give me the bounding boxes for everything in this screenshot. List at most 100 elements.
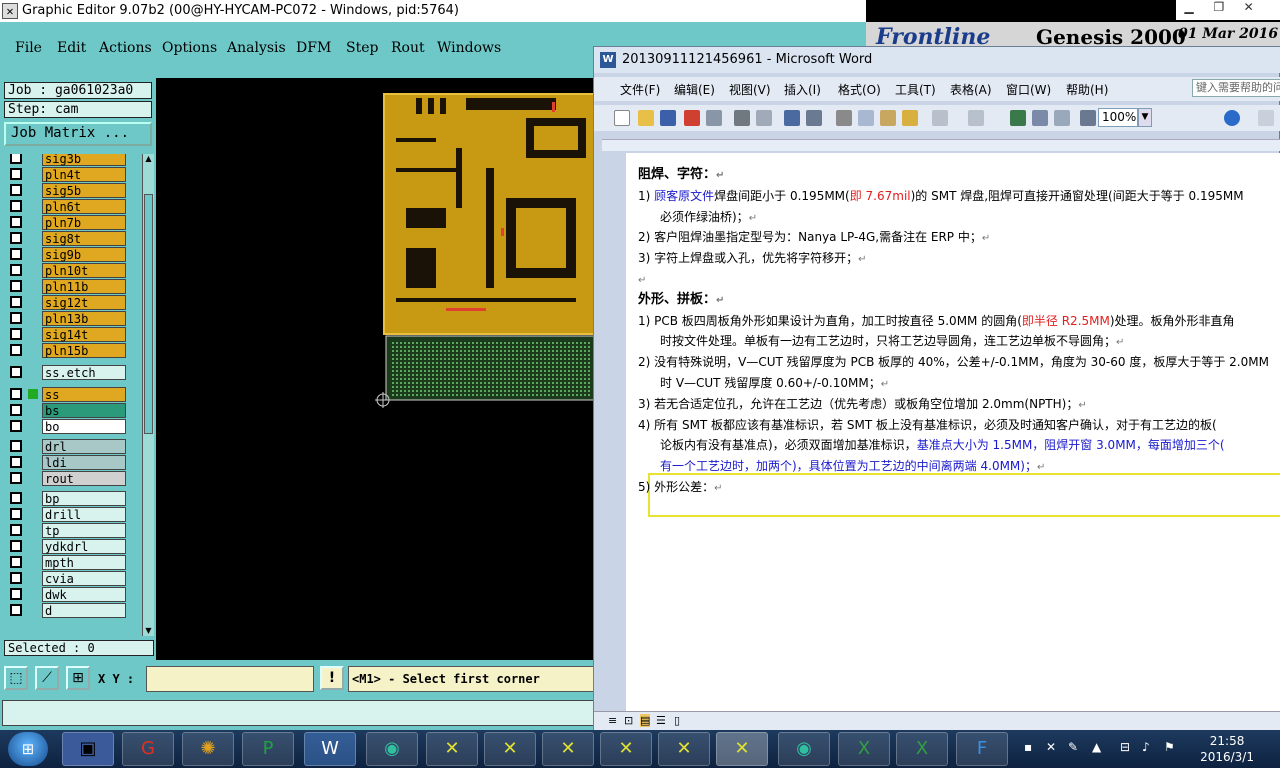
layer-affect-indicator[interactable] [28, 281, 38, 291]
outline-view-icon[interactable]: ☰ [656, 714, 666, 727]
job-matrix-button[interactable]: Job Matrix ... [4, 122, 152, 146]
tables-borders-icon[interactable] [1032, 110, 1048, 126]
scroll-up-icon[interactable]: ▲ [144, 154, 153, 164]
minimize-icon[interactable]: ▁ [1176, 0, 1202, 18]
menu-edit[interactable]: Edit [57, 40, 86, 56]
layer-name[interactable]: pln11b [42, 279, 126, 294]
layer-list[interactable]: sig3b pln4t sig5b pln6t pln7b sig8t sig9b pln10… [4, 154, 140, 636]
word-menu-table[interactable]: 表格(A) [950, 81, 992, 98]
layer-checkbox[interactable] [10, 440, 22, 452]
document-body[interactable]: 阻焊、字符：↵ 1) 顾客原文件焊盘间距小于 0.195MM(即 7.67mil… [638, 165, 1280, 498]
layer-row[interactable]: pln4t [4, 166, 140, 182]
restore-icon[interactable]: ❐ [1206, 0, 1232, 18]
layer-row[interactable]: drl [4, 438, 140, 454]
layer-name[interactable]: ss.etch [42, 365, 126, 380]
layer-row[interactable]: pln10t [4, 262, 140, 278]
layer-name[interactable]: ldi [42, 455, 126, 470]
taskbar-genesis-icon[interactable]: ✕ [426, 732, 478, 766]
graphic-canvas[interactable] [156, 78, 596, 660]
menu-dfm[interactable]: DFM [296, 40, 331, 56]
normal-view-icon[interactable]: ≡ [608, 714, 617, 727]
layer-row[interactable]: pln6t [4, 198, 140, 214]
layer-checkbox[interactable] [10, 540, 22, 552]
layer-name[interactable]: bs [42, 403, 126, 418]
word-menu-format[interactable]: 格式(O) [838, 81, 881, 98]
layer-checkbox[interactable] [10, 232, 22, 244]
copy-icon[interactable] [858, 110, 874, 126]
word-menu-tools[interactable]: 工具(T) [895, 81, 936, 98]
word-menu-edit[interactable]: 编辑(E) [674, 81, 715, 98]
taskbar-app-icon[interactable]: G [122, 732, 174, 766]
snap-grid-button[interactable]: ⊞ [66, 666, 90, 690]
layer-row[interactable]: d [4, 602, 140, 618]
start-button[interactable]: ⊞ [8, 732, 48, 766]
layer-affect-indicator[interactable] [28, 367, 38, 377]
layer-name[interactable]: pln7b [42, 215, 126, 230]
layer-checkbox[interactable] [10, 312, 22, 324]
tray-icon[interactable]: ✕ [1046, 740, 1056, 754]
layer-checkbox[interactable] [10, 388, 22, 400]
layer-checkbox[interactable] [10, 588, 22, 600]
layer-affect-indicator[interactable] [28, 441, 38, 451]
research-icon[interactable] [806, 110, 822, 126]
cut-icon[interactable] [836, 110, 852, 126]
layer-checkbox[interactable] [10, 344, 22, 356]
layer-row[interactable]: sig14t [4, 326, 140, 342]
layer-checkbox[interactable] [10, 168, 22, 180]
taskbar-excel-icon[interactable]: X [838, 732, 890, 766]
layer-affect-indicator[interactable] [28, 573, 38, 583]
layer-checkbox[interactable] [10, 248, 22, 260]
spelling-icon[interactable] [784, 110, 800, 126]
layer-name[interactable]: sig3b [42, 154, 126, 166]
layer-affect-indicator[interactable] [28, 169, 38, 179]
layer-checkbox[interactable] [10, 420, 22, 432]
menu-file[interactable]: File [15, 40, 42, 56]
chevron-down-icon[interactable]: ▼ [1138, 108, 1152, 127]
word-menu-insert[interactable]: 插入(I) [784, 81, 821, 98]
layer-row[interactable]: ldi [4, 454, 140, 470]
taskbar-shell-icon[interactable]: ✺ [182, 732, 234, 766]
step-field[interactable]: Step: cam [4, 101, 152, 118]
print-view-icon[interactable]: ▤ [640, 714, 651, 727]
layer-name[interactable]: drill [42, 507, 126, 522]
layer-name[interactable]: ydkdrl [42, 539, 126, 554]
menu-analysis[interactable]: Analysis [227, 40, 286, 56]
layer-affect-indicator[interactable] [28, 265, 38, 275]
help-search-input[interactable]: 键入需要帮助的问题 [1192, 79, 1280, 97]
layer-name[interactable]: d [42, 603, 126, 618]
taskbar-genesis-icon[interactable]: ✕ [542, 732, 594, 766]
layer-affect-indicator[interactable] [28, 329, 38, 339]
taskbar-genesis-icon[interactable]: ✕ [600, 732, 652, 766]
zoom-line-button[interactable]: ⟋ [35, 666, 59, 690]
layer-row[interactable]: mpth [4, 554, 140, 570]
layer-affect-indicator[interactable] [28, 525, 38, 535]
flag-icon[interactable]: ⚑ [1164, 740, 1175, 754]
layer-row[interactable]: ss [4, 386, 140, 402]
layer-row[interactable]: ydkdrl [4, 538, 140, 554]
layer-checkbox[interactable] [10, 184, 22, 196]
layer-row[interactable]: sig12t [4, 294, 140, 310]
layer-checkbox[interactable] [10, 366, 22, 378]
layer-checkbox[interactable] [10, 472, 22, 484]
layer-checkbox[interactable] [10, 604, 22, 616]
menu-rout[interactable]: Rout [391, 40, 425, 56]
clock[interactable]: 21:58 2016/3/1 [1200, 733, 1254, 765]
layer-row[interactable]: pln7b [4, 214, 140, 230]
layer-row[interactable]: sig5b [4, 182, 140, 198]
layer-affect-indicator[interactable] [28, 405, 38, 415]
taskbar-excel-icon[interactable]: X [896, 732, 948, 766]
layer-row[interactable]: pln13b [4, 310, 140, 326]
layer-checkbox[interactable] [10, 200, 22, 212]
network-icon[interactable]: ⊟ [1120, 740, 1130, 754]
taskbar-pads-icon[interactable]: P [242, 732, 294, 766]
layer-affect-indicator[interactable] [28, 345, 38, 355]
layer-row[interactable]: sig9b [4, 246, 140, 262]
layer-checkbox[interactable] [10, 404, 22, 416]
layer-name[interactable]: ss [42, 387, 126, 402]
layer-affect-indicator[interactable] [28, 297, 38, 307]
layer-name[interactable]: sig12t [42, 295, 126, 310]
layer-name[interactable]: mpth [42, 555, 126, 570]
document-page[interactable]: 阻焊、字符：↵ 1) 顾客原文件焊盘间距小于 0.195MM(即 7.67mil… [626, 153, 1280, 711]
open-icon[interactable] [638, 110, 654, 126]
layer-name[interactable]: tp [42, 523, 126, 538]
